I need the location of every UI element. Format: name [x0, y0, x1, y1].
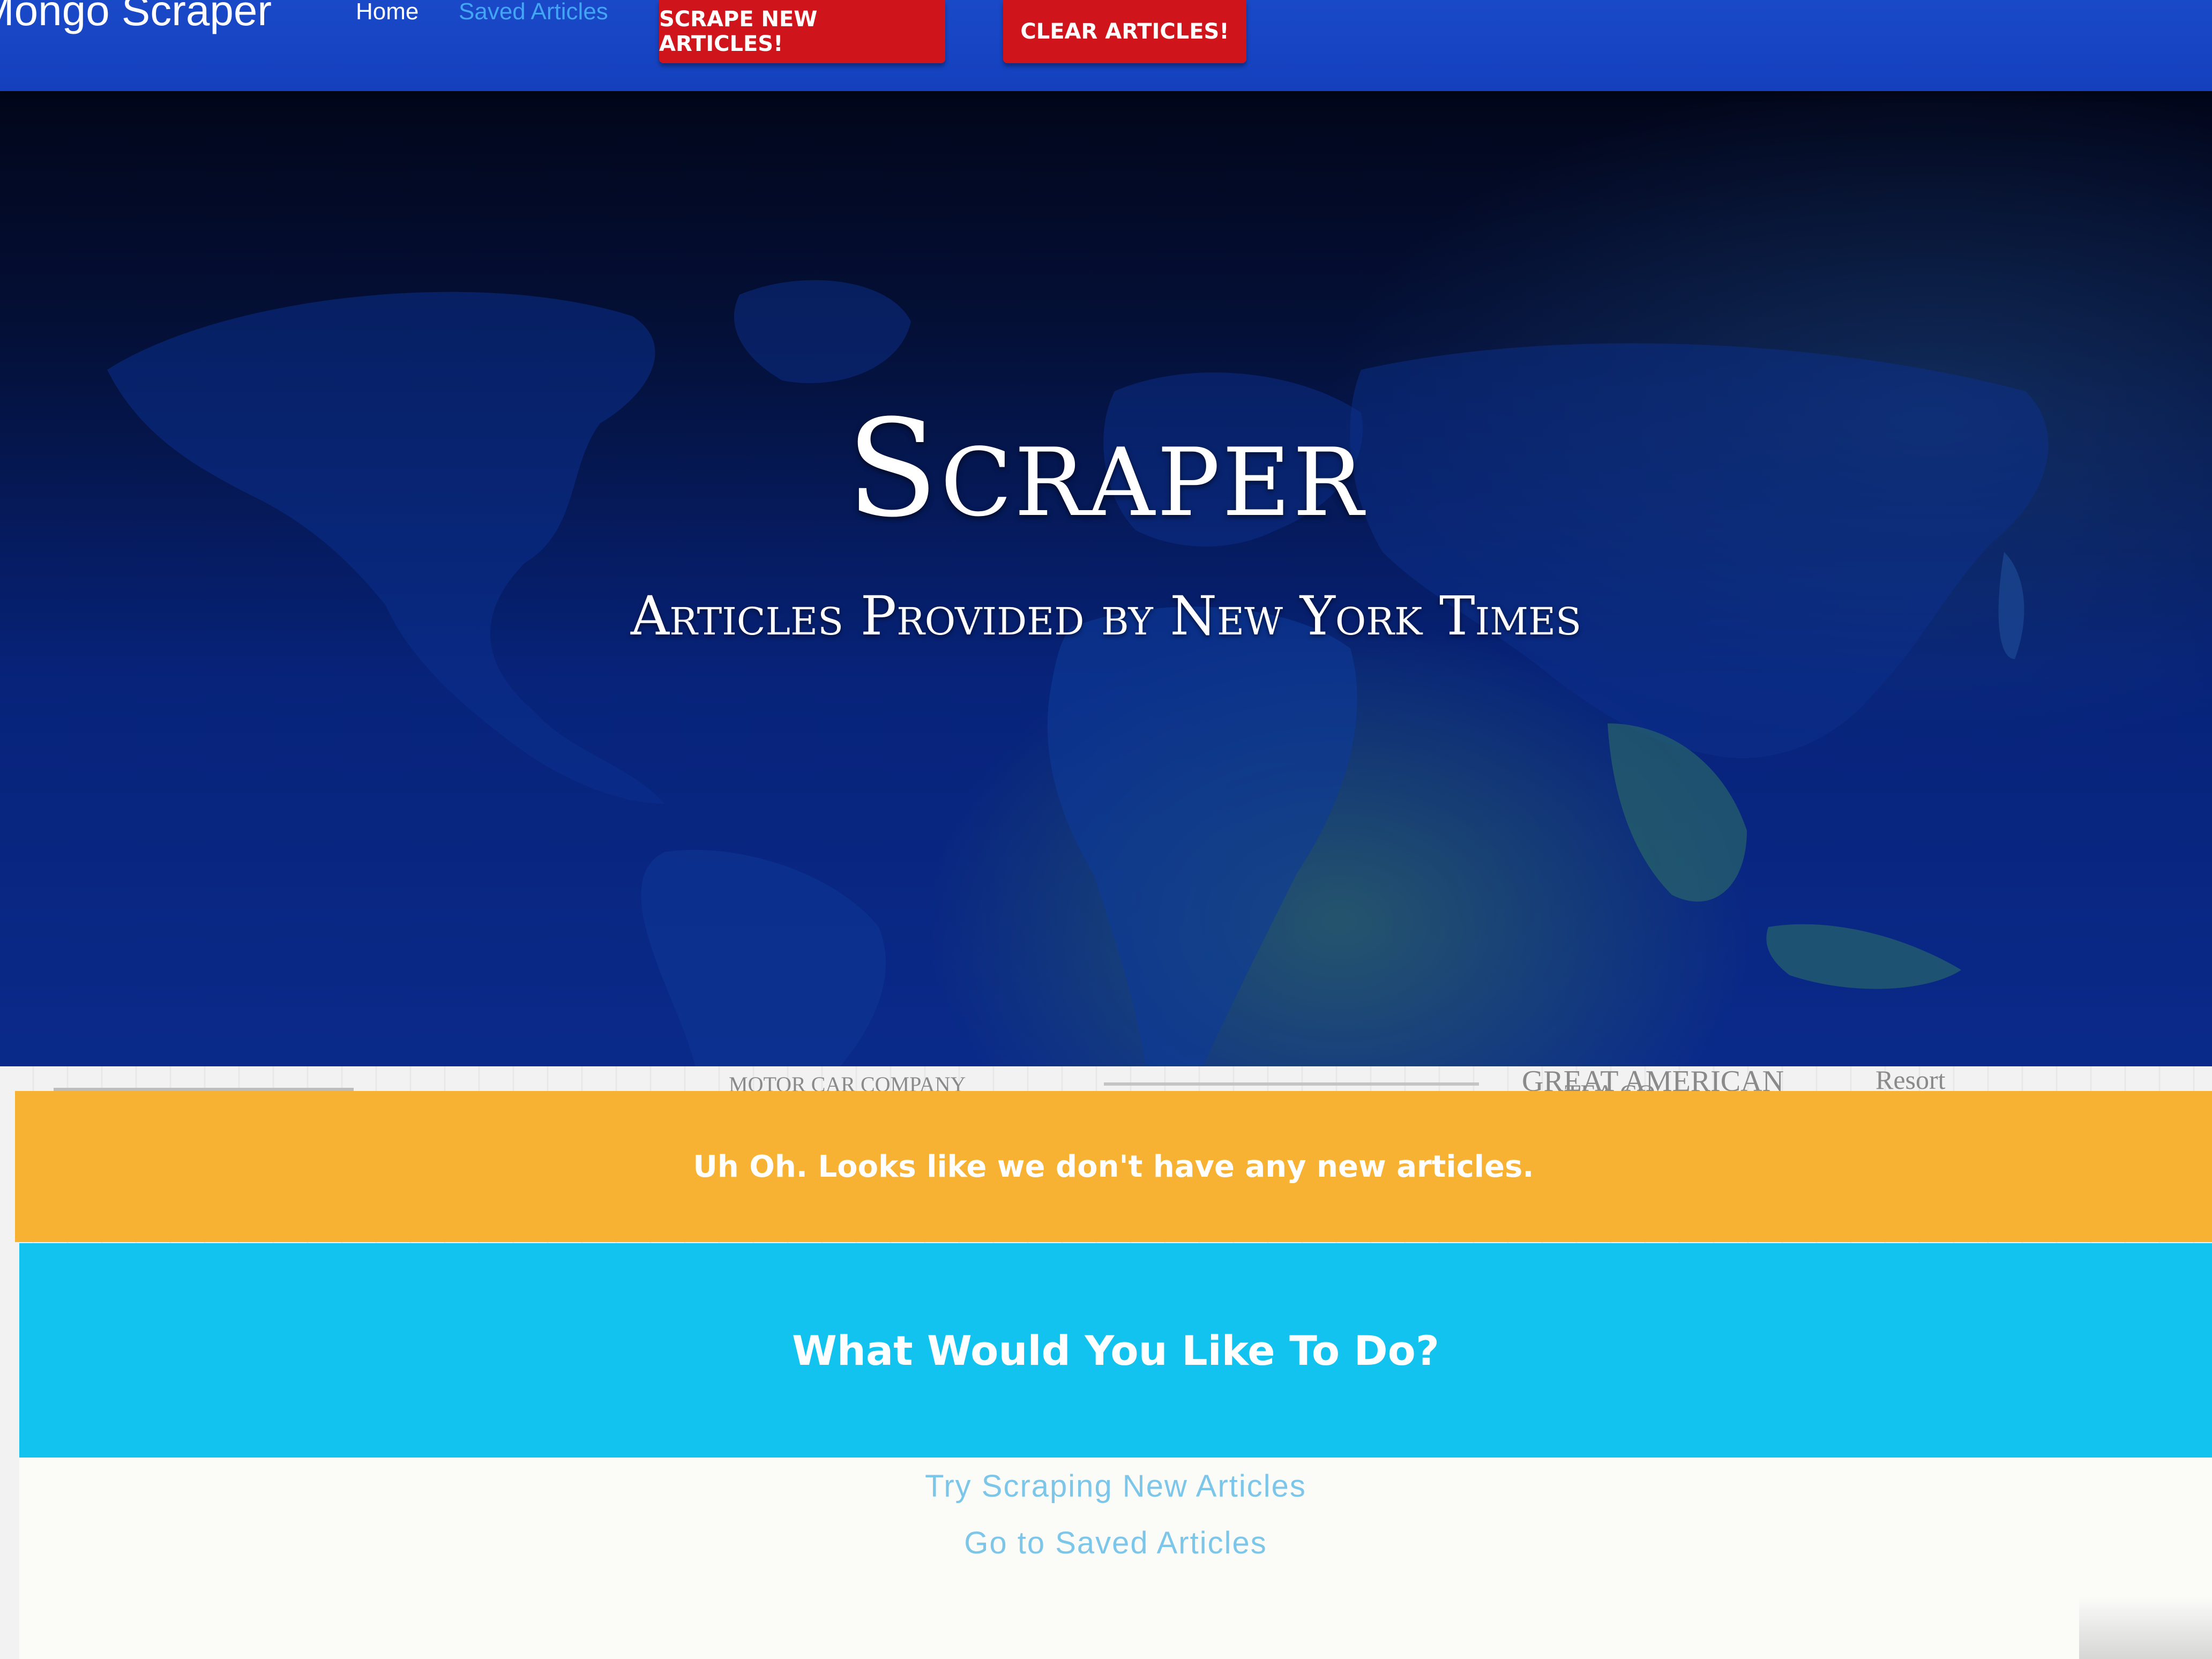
continent-africa: [1047, 607, 1357, 1072]
hero-title: Scraper: [846, 391, 1366, 547]
continent-north-america: [107, 292, 664, 804]
alert-message: Uh Oh. Looks like we don't have any new …: [693, 1149, 1534, 1184]
no-new-articles-alert: Uh Oh. Looks like we don't have any new …: [15, 1091, 2212, 1242]
hero-subtitle: Articles Provided by New York Times: [630, 585, 1582, 647]
actions-panel: What Would You Like To Do? Try Scraping …: [19, 1243, 2212, 1659]
navbar: Mongo Scraper Home Saved Articles SCRAPE…: [0, 0, 2212, 91]
try-scraping-link-row: Try Scraping New Articles: [19, 1468, 2212, 1504]
go-to-saved-articles-link[interactable]: Go to Saved Articles: [964, 1526, 1267, 1560]
islands-indonesia: [1766, 924, 1961, 989]
scrape-new-articles-button[interactable]: SCRAPE NEW ARTICLES!: [659, 0, 945, 63]
continent-greenland: [734, 280, 911, 384]
actions-panel-heading: What Would You Like To Do?: [19, 1243, 2212, 1458]
newsprint-scribble: [1104, 1082, 1479, 1086]
try-scraping-link[interactable]: Try Scraping New Articles: [925, 1469, 1306, 1504]
brand-logo[interactable]: Mongo Scraper: [0, 0, 272, 32]
world-map-background: [107, 280, 2049, 1072]
continent-south-america: [641, 850, 886, 1072]
hero-banner: Scraper Articles Provided by New York Ti…: [0, 91, 2212, 1072]
go-to-saved-link-row: Go to Saved Articles: [19, 1525, 2212, 1561]
monitor-bezel-edge: [2079, 1597, 2212, 1659]
nav-link-saved-articles[interactable]: Saved Articles: [459, 0, 608, 24]
nav-link-home[interactable]: Home: [356, 0, 419, 24]
clear-articles-button[interactable]: CLEAR ARTICLES!: [1003, 0, 1246, 63]
panel-heading-text: What Would You Like To Do?: [792, 1326, 1439, 1374]
